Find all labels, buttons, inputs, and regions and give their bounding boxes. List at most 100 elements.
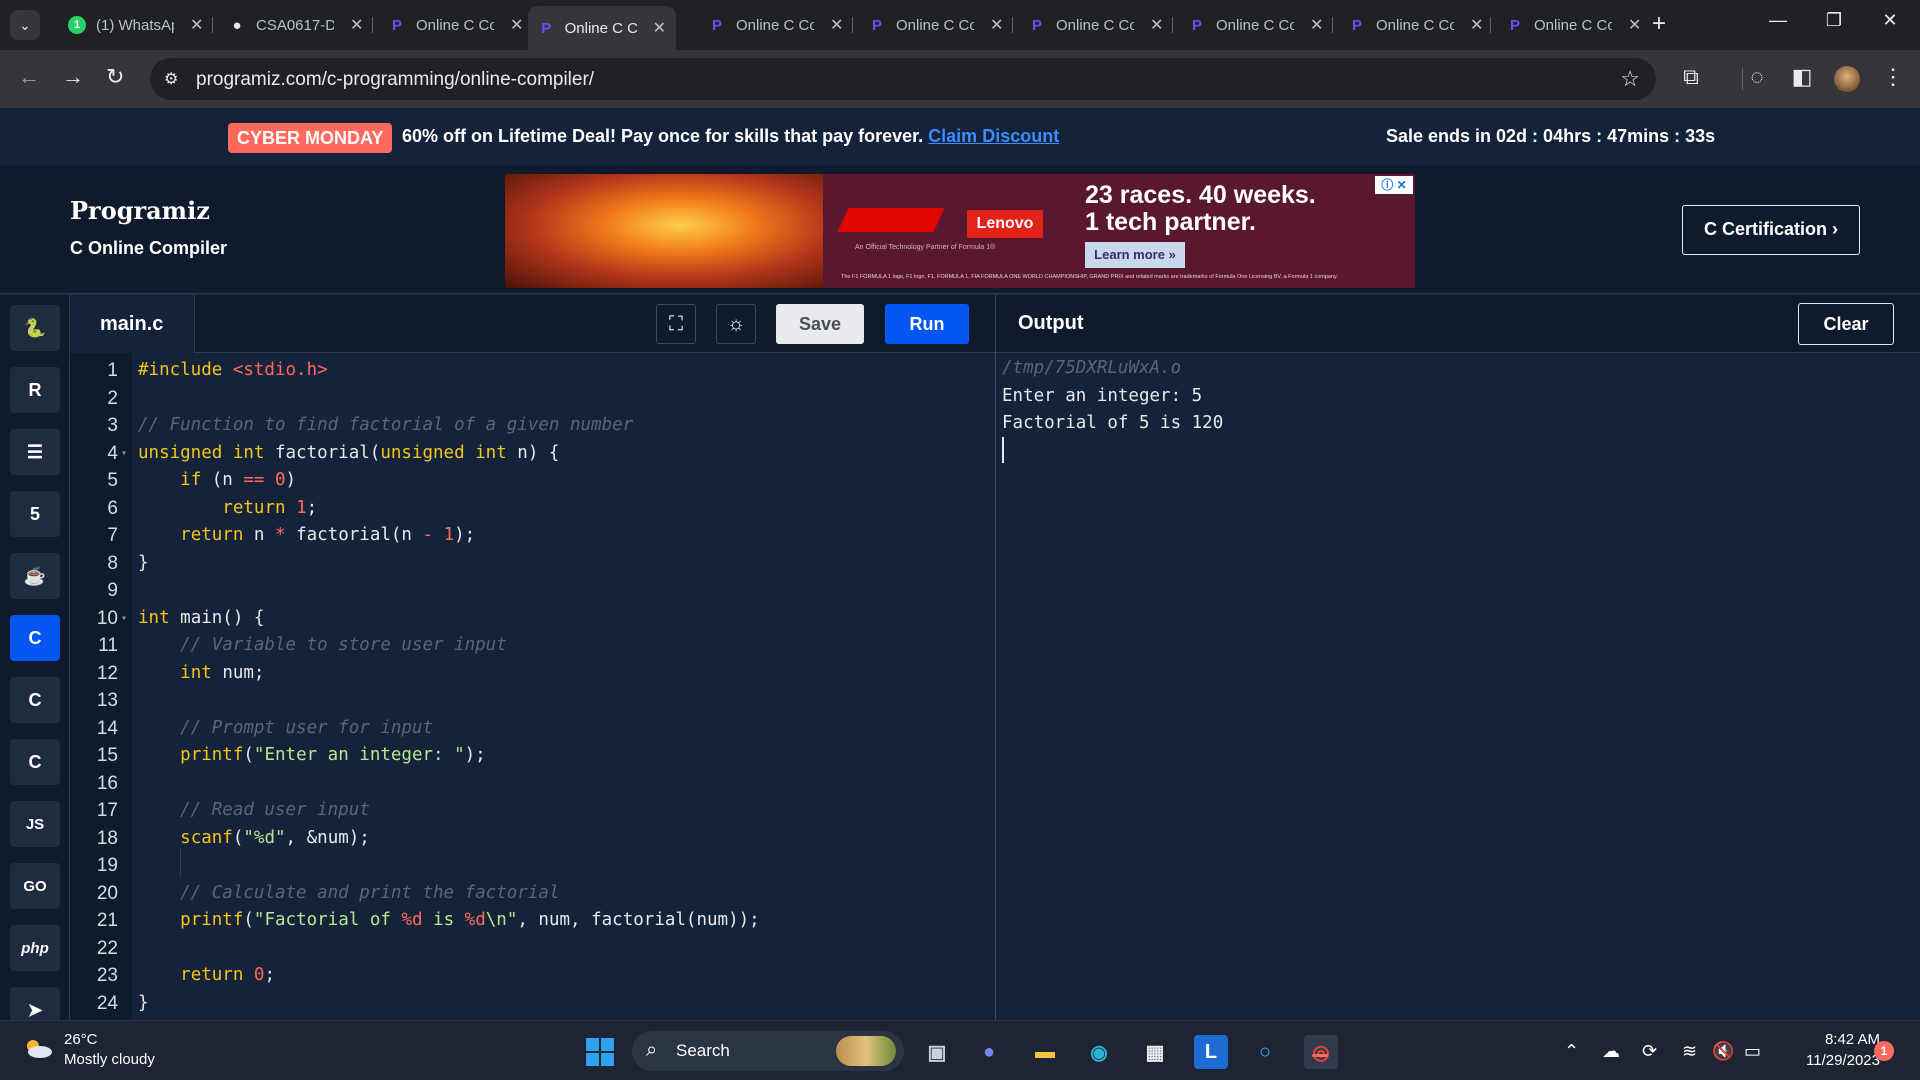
php-icon[interactable]: php xyxy=(10,925,60,971)
close-tab-icon[interactable]: ✕ xyxy=(990,15,1003,35)
back-button[interactable]: ← xyxy=(18,66,40,88)
output-line: Factorial of 5 is 120 xyxy=(1002,413,1224,433)
programiz-logo[interactable]: Programiz xyxy=(70,196,210,225)
html-icon[interactable]: 5 xyxy=(10,491,60,537)
forward-button[interactable]: → xyxy=(62,66,84,88)
browser-tab[interactable]: P Online C Compiler ✕ xyxy=(378,8,533,42)
ad-choices-icon[interactable]: ⓘ ✕ xyxy=(1375,176,1413,194)
minimize-button[interactable]: — xyxy=(1758,10,1798,31)
edge-icon[interactable]: ◉ xyxy=(1082,1035,1116,1069)
weather-description[interactable]: Mostly cloudy xyxy=(64,1051,155,1068)
ad-fire-image xyxy=(505,174,823,288)
clock-date[interactable]: 11/29/2023 xyxy=(1770,1052,1880,1069)
close-window-button[interactable]: ✕ xyxy=(1870,10,1910,31)
code-token: return xyxy=(180,525,254,545)
csharp-icon[interactable]: C xyxy=(10,739,60,785)
advertisement-banner[interactable]: Lenovo An Official Technology Partner of… xyxy=(505,174,1415,288)
weather-temperature[interactable]: 26°C xyxy=(64,1031,98,1048)
clock-time[interactable]: 8:42 AM xyxy=(1790,1031,1880,1048)
browser-tab[interactable]: P Online C Compiler ✕ xyxy=(1496,8,1651,42)
close-tab-icon[interactable]: ✕ xyxy=(190,15,203,35)
teams-icon[interactable]: ● xyxy=(972,1035,1006,1069)
cpp-icon[interactable]: C xyxy=(10,677,60,723)
store-icon[interactable]: ▦ xyxy=(1138,1035,1172,1069)
c-icon[interactable]: C xyxy=(10,615,60,661)
windows-start-icon[interactable] xyxy=(586,1038,614,1066)
tab-search-button[interactable]: ⌄ xyxy=(10,10,40,40)
javascript-icon[interactable]: JS xyxy=(10,801,60,847)
code-editor[interactable]: 1 #include <stdio.h> 2 3// Function to find… xyxy=(70,353,995,1020)
close-tab-icon[interactable]: ✕ xyxy=(350,15,363,35)
battery-icon[interactable]: ▭ xyxy=(1744,1041,1761,1062)
browser-tab[interactable]: P Online C Compiler ✕ xyxy=(1338,8,1493,42)
close-tab-icon[interactable]: ✕ xyxy=(653,18,666,38)
close-tab-icon[interactable]: ✕ xyxy=(1628,15,1641,35)
profile-avatar[interactable] xyxy=(1834,66,1860,92)
r-icon[interactable]: R xyxy=(10,367,60,413)
l-app-icon[interactable]: L xyxy=(1194,1035,1228,1069)
save-button[interactable]: Save xyxy=(776,304,864,344)
tab-separator xyxy=(1172,17,1173,33)
cortana-icon[interactable]: ○ xyxy=(1248,1035,1282,1069)
sql-icon[interactable]: ☰ xyxy=(10,429,60,475)
close-tab-icon[interactable]: ✕ xyxy=(510,15,523,35)
code-token: } xyxy=(138,552,149,573)
theme-toggle-button[interactable]: ☼ xyxy=(716,304,756,344)
close-tab-icon[interactable]: ✕ xyxy=(1150,15,1163,35)
taskbar-search[interactable]: ⌕ Search xyxy=(632,1031,904,1071)
bookmark-star-icon[interactable]: ☆ xyxy=(1620,66,1640,92)
fold-arrow-icon[interactable]: ▾ xyxy=(121,440,127,468)
chrome-icon[interactable]: ◎ xyxy=(1304,1035,1338,1069)
close-tab-icon[interactable]: ✕ xyxy=(1470,15,1483,35)
claim-discount-link[interactable]: Claim Discount xyxy=(928,126,1059,146)
restore-button[interactable]: ❐ xyxy=(1814,10,1854,31)
sync-icon[interactable]: ⟳ xyxy=(1642,1041,1657,1062)
browser-tab[interactable]: ● CSA0617-DAA ✕ xyxy=(218,8,373,42)
line-number: 6 xyxy=(107,497,118,519)
reload-button[interactable]: ↻ xyxy=(106,66,124,88)
volume-muted-icon[interactable]: 🔇 xyxy=(1712,1041,1734,1062)
side-panel-icon[interactable]: ◧ xyxy=(1787,64,1817,90)
code-text: int main() { xyxy=(138,605,264,633)
browser-menu-icon[interactable]: ⋮ xyxy=(1878,64,1908,90)
new-tab-button[interactable]: + xyxy=(1652,12,1666,36)
browser-tab[interactable]: P Online C Compiler ✕ xyxy=(698,8,853,42)
chevron-up-icon[interactable]: ⌃ xyxy=(1564,1041,1579,1062)
browser-tab[interactable]: P Online C Compiler ✕ xyxy=(1178,8,1333,42)
close-tab-icon[interactable]: ✕ xyxy=(1310,15,1323,35)
java-icon[interactable]: ☕ xyxy=(10,553,60,599)
browser-tab[interactable]: 1 (1) WhatsApp ✕ xyxy=(58,8,213,42)
code-text: return n * factorial(n - 1); xyxy=(138,522,475,550)
fold-arrow-icon[interactable]: ▾ xyxy=(121,605,127,633)
address-bar[interactable]: ⚙ programiz.com/c-programming/online-com… xyxy=(150,58,1656,100)
ad-learn-more-button[interactable]: Learn more » xyxy=(1085,242,1185,268)
task-view-icon[interactable]: ▣ xyxy=(920,1035,954,1069)
browser-tab[interactable]: P Online C Compiler ✕ xyxy=(528,6,676,50)
output-console[interactable]: /tmp/75DXRLuWxA.o Enter an integer: 5 Fac… xyxy=(995,353,1920,1020)
url-text[interactable]: programiz.com/c-programming/online-compi… xyxy=(196,69,594,91)
code-token: main() { xyxy=(180,607,265,628)
onedrive-icon[interactable]: ☁ xyxy=(1602,1041,1620,1062)
python-icon[interactable]: 🐍 xyxy=(10,305,60,351)
swift-icon[interactable]: ➤ xyxy=(10,987,60,1020)
fullscreen-button[interactable]: ⛶ xyxy=(656,304,696,344)
line-number: 24 xyxy=(96,992,118,1014)
go-icon[interactable]: GO xyxy=(10,863,60,909)
file-tab-main-c[interactable]: main.c xyxy=(70,295,195,353)
tab-title: Online C Compiler xyxy=(896,16,974,34)
code-line: 1 #include <stdio.h> xyxy=(70,357,995,385)
wifi-icon[interactable]: ≋ xyxy=(1682,1041,1697,1062)
browser-tab[interactable]: P Online C Compiler ✕ xyxy=(858,8,1013,42)
notification-badge[interactable]: 1 xyxy=(1874,1041,1894,1061)
browser-tab[interactable]: P Online C Compiler ✕ xyxy=(1018,8,1173,42)
site-info-icon[interactable]: ⚙ xyxy=(164,69,178,89)
c-certification-button[interactable]: C Certification › xyxy=(1682,205,1860,255)
tab-separator xyxy=(1490,17,1491,33)
run-button[interactable]: Run xyxy=(885,304,969,344)
performance-icon[interactable]: ◌ xyxy=(1742,64,1772,90)
code-text: // Prompt user for input xyxy=(138,715,433,743)
extensions-icon[interactable]: ⧉ xyxy=(1676,64,1706,90)
file-explorer-icon[interactable]: ▬ xyxy=(1028,1035,1062,1069)
clear-output-button[interactable]: Clear xyxy=(1798,303,1894,345)
close-tab-icon[interactable]: ✕ xyxy=(830,15,843,35)
